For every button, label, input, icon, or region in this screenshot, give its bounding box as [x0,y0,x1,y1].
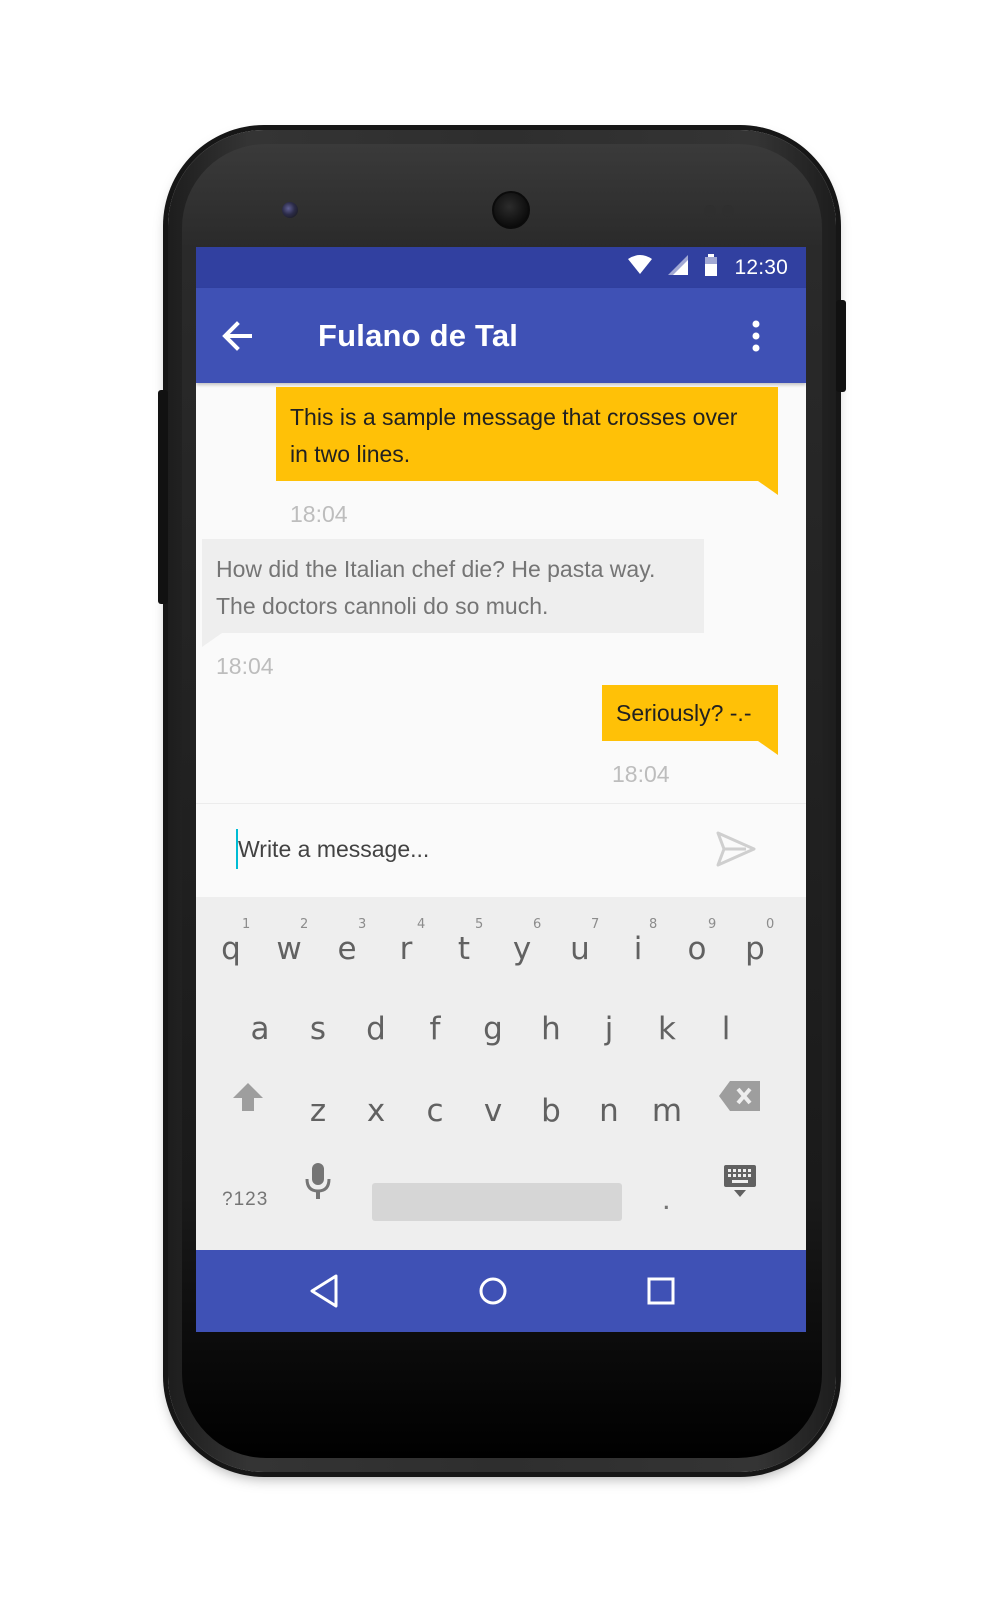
key-g[interactable]: g [464,991,522,1061]
send-icon[interactable] [716,829,756,869]
incoming-message-bubble[interactable]: How did the Italian chef die? He pasta w… [202,539,704,633]
bubble-tail [758,741,778,755]
key-s[interactable]: s [289,991,347,1061]
message-text-line: How did the Italian chef die? He pasta w… [216,556,656,582]
shift-icon[interactable] [230,1079,266,1115]
key-z[interactable]: z [289,1073,347,1143]
key-m[interactable]: m [638,1073,696,1143]
key-a[interactable]: a [231,991,289,1061]
navigation-bar [196,1250,806,1332]
key-v[interactable]: v [464,1073,522,1143]
key-d[interactable]: d [347,991,405,1061]
status-bar: 12:30 [196,247,806,288]
proximity-sensor [282,202,298,218]
key-c[interactable]: c [406,1073,464,1143]
speaker-grille [704,204,744,217]
power-button [836,300,846,392]
battery-icon [704,254,718,281]
soft-keyboard: 1q 2w 3e 4r 5t 6y 7u 8i 9o 0p a s d f g … [196,897,806,1250]
key-l[interactable]: l [697,991,755,1061]
key-h[interactable]: h [522,991,580,1061]
message-text-line: This is a sample message that crosses ov… [290,404,738,430]
key-r[interactable]: 4r [377,911,435,981]
message-timestamp: 18:04 [216,653,274,679]
key-w[interactable]: 2w [260,911,318,981]
nav-home-icon[interactable] [472,1270,514,1312]
message-input[interactable] [238,824,708,874]
key-e[interactable]: 3e [318,911,376,981]
key-j[interactable]: j [580,991,638,1061]
app-bar: Fulano de Tal [196,288,806,383]
outgoing-message-bubble[interactable]: This is a sample message that crosses ov… [276,387,778,481]
key-b[interactable]: b [522,1073,580,1143]
bubble-tail [202,633,222,647]
volume-button [158,390,168,604]
conversation-title: Fulano de Tal [318,318,519,353]
screen: 12:30 Fulano de Tal This is a sample mes… [196,247,806,1332]
key-x[interactable]: x [347,1073,405,1143]
backspace-icon[interactable] [718,1079,762,1113]
period-key[interactable]: . [662,1181,671,1217]
message-list[interactable]: This is a sample message that crosses ov… [196,383,806,803]
key-u[interactable]: 7u [551,911,609,981]
bubble-tail [758,481,778,495]
message-timestamp: 18:04 [612,761,670,787]
key-k[interactable]: k [638,991,696,1061]
key-i[interactable]: 8i [609,911,667,981]
wifi-icon [628,255,653,280]
message-text-line: The doctors cannoli do so much. [216,593,549,619]
key-f[interactable]: f [406,991,464,1061]
status-time: 12:30 [734,255,788,279]
more-vert-icon[interactable] [744,316,768,356]
signal-icon [668,255,689,280]
keyboard-hide-icon[interactable] [722,1163,758,1199]
front-camera [492,191,530,229]
key-t[interactable]: 5t [435,911,493,981]
key-p[interactable]: 0p [726,911,784,981]
microphone-icon[interactable] [304,1161,332,1201]
key-y[interactable]: 6y [493,911,551,981]
outgoing-message-bubble[interactable]: Seriously? -.- [602,685,778,741]
symbols-key[interactable]: ?123 [222,1189,268,1211]
compose-bar [196,803,806,897]
message-timestamp: 18:04 [290,501,348,527]
key-n[interactable]: n [580,1073,638,1143]
arrow-left-icon[interactable] [216,314,260,358]
message-text-line: in two lines. [290,441,411,467]
key-q[interactable]: 1q [202,911,260,981]
nav-recents-icon[interactable] [640,1270,682,1312]
nav-back-icon[interactable] [304,1270,346,1312]
spacebar[interactable] [372,1183,622,1221]
key-o[interactable]: 9o [668,911,726,981]
message-text-line: Seriously? -.- [616,700,752,726]
